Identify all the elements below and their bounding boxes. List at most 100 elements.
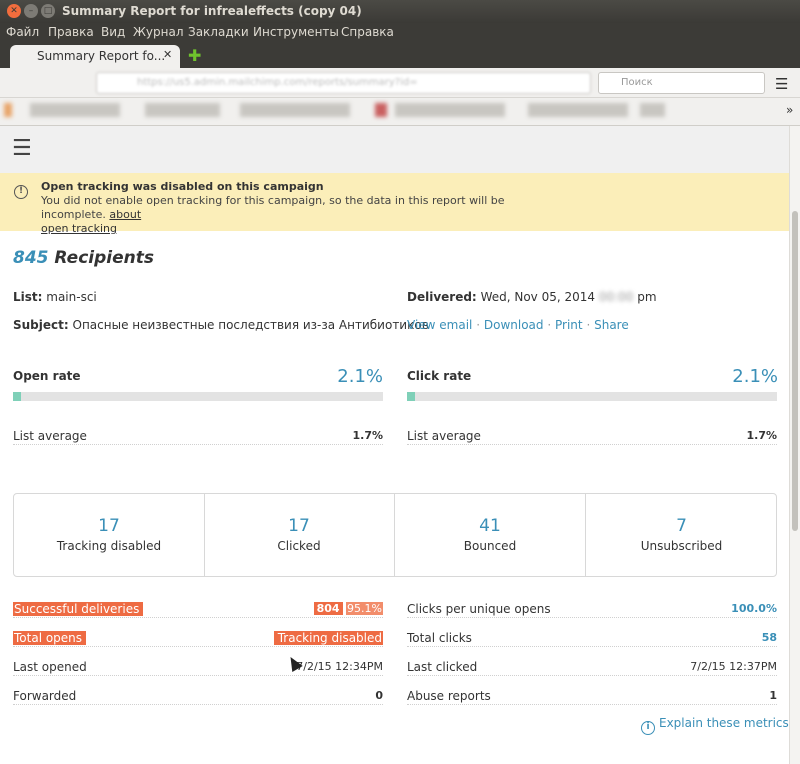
stat-number: 17 <box>288 516 310 536</box>
browser-menu-icon[interactable]: ☰ <box>775 75 788 93</box>
recipients-heading: 845 Recipients <box>13 248 154 268</box>
subject-label: Subject: <box>13 318 69 332</box>
list-average-label: List average <box>407 429 485 443</box>
list-average-value: 1.7% <box>348 429 383 442</box>
total-clicks-value[interactable]: 58 <box>757 631 777 644</box>
total-opens-value: Tracking disabled <box>273 631 383 645</box>
bookmark-item[interactable] <box>395 103 505 117</box>
share-link[interactable]: Share <box>594 318 629 332</box>
stat-tracking-disabled[interactable]: 17 Tracking disabled <box>14 494 205 576</box>
view-email-link[interactable]: View email <box>407 318 472 332</box>
click-rate-value: 2.1% <box>732 366 778 387</box>
delivered-info: Delivered: Wed, Nov 05, 2014 00:00 pm <box>407 290 657 304</box>
total-opens-row: Total opens Tracking disabled <box>13 631 383 647</box>
abuse-reports-value: 1 <box>765 689 777 702</box>
menu-history[interactable]: Журнал <box>133 25 184 39</box>
tab-bar: Summary Report fo... ✕ ✚ <box>0 42 800 68</box>
bookmark-item[interactable] <box>145 103 220 117</box>
list-info: List: main-sci <box>13 290 97 304</box>
clicks-per-unique-label: Clicks per unique opens <box>407 602 555 616</box>
menu-help[interactable]: Справка <box>341 25 394 39</box>
explain-metrics-link[interactable]: i Explain these metrics <box>641 716 789 735</box>
list-average-label: List average <box>13 429 91 443</box>
open-rate-value: 2.1% <box>337 366 383 387</box>
abuse-reports-row: Abuse reports 1 <box>407 689 777 705</box>
last-clicked-row: Last clicked 7/2/15 12:37PM <box>407 660 777 676</box>
last-clicked-label: Last clicked <box>407 660 482 674</box>
bookmarks-overflow-icon[interactable]: » <box>786 103 793 117</box>
subject-value: Опасные неизвестные последствия из-за Ан… <box>72 318 429 332</box>
open-rate-list-average: List average 1.7% <box>13 429 383 445</box>
bookmark-item[interactable] <box>528 103 628 117</box>
stat-label: Tracking disabled <box>56 539 162 553</box>
bookmark-item[interactable] <box>240 103 350 117</box>
list-average-value: 1.7% <box>742 429 777 442</box>
last-clicked-value: 7/2/15 12:37PM <box>686 660 777 673</box>
last-opened-label: Last opened <box>13 660 91 674</box>
separator: · <box>547 318 552 332</box>
download-link[interactable]: Download <box>484 318 544 332</box>
menu-view[interactable]: Вид <box>101 25 125 39</box>
bookmark-item[interactable] <box>375 103 387 117</box>
click-rate-bar-fill <box>407 392 415 401</box>
list-label: List: <box>13 290 43 304</box>
successful-deliveries-percent: 95.1% <box>346 602 383 615</box>
stat-unsubscribed[interactable]: 7 Unsubscribed <box>586 494 777 576</box>
bookmarks-bar: » <box>0 98 800 126</box>
alert-body: You did not enable open tracking for thi… <box>41 194 541 236</box>
forwarded-label: Forwarded <box>13 689 81 703</box>
menu-bookmarks[interactable]: Закладки <box>188 25 249 39</box>
window-title: Summary Report for infrealeffects (copy … <box>62 4 362 18</box>
open-tracking-alert: ! Open tracking was disabled on this cam… <box>0 173 789 235</box>
report-actions: View email · Download · Print · Share <box>407 318 629 332</box>
menu-tools[interactable]: Инструменты <box>253 25 339 39</box>
search-input[interactable]: Поиск <box>598 72 765 94</box>
alert-title: Open tracking was disabled on this campa… <box>41 180 324 193</box>
menu-file[interactable]: Файл <box>6 25 39 39</box>
url-bar[interactable]: https://us5.admin.mailchimp.com/reports/… <box>96 72 591 94</box>
delivered-label: Delivered: <box>407 290 477 304</box>
total-clicks-row: Total clicks 58 <box>407 631 777 647</box>
stat-label: Unsubscribed <box>640 539 723 553</box>
window-titlebar: ✕ – □ Summary Report for infrealeffects … <box>0 0 800 23</box>
window-minimize-button[interactable]: – <box>24 4 38 18</box>
menu-edit[interactable]: Правка <box>48 25 94 39</box>
window-maximize-button[interactable]: □ <box>41 4 55 18</box>
separator: · <box>476 318 481 332</box>
clicks-per-unique-value[interactable]: 100.0% <box>727 602 777 615</box>
app-header: ☰ <box>0 126 789 173</box>
delivered-time-redacted: 00:00 <box>598 290 634 304</box>
successful-deliveries-label: Successful deliveries <box>13 602 144 616</box>
window-close-button[interactable]: ✕ <box>7 4 21 18</box>
bookmark-item[interactable] <box>4 103 12 117</box>
page-scrollbar[interactable] <box>789 126 800 764</box>
successful-deliveries-row: Successful deliveries 804 95.1% <box>13 602 383 618</box>
tab-close-icon[interactable]: ✕ <box>163 48 172 61</box>
stat-number: 17 <box>98 516 120 536</box>
new-tab-plus-icon[interactable]: ✚ <box>188 46 201 65</box>
delivered-value: Wed, Nov 05, 2014 <box>480 290 596 304</box>
bookmark-item[interactable] <box>640 103 665 117</box>
scrollbar-thumb[interactable] <box>792 211 798 531</box>
menu-bar: Файл Правка Вид Журнал Закладки Инструме… <box>0 23 800 42</box>
separator: · <box>586 318 591 332</box>
click-rate-label: Click rate <box>407 369 472 383</box>
app-menu-icon[interactable]: ☰ <box>12 136 32 161</box>
stat-number: 41 <box>479 516 501 536</box>
navigation-bar: https://us5.admin.mailchimp.com/reports/… <box>0 68 800 98</box>
tab-summary-report[interactable]: Summary Report fo... ✕ <box>10 45 180 68</box>
subject-info: Subject: Опасные неизвестные последствия… <box>13 318 429 332</box>
info-icon: i <box>641 721 655 735</box>
stat-bounced[interactable]: 41 Bounced <box>395 494 586 576</box>
successful-deliveries-count: 804 <box>313 602 343 615</box>
stat-label: Bounced <box>463 539 517 553</box>
explain-metrics-label: Explain these metrics <box>659 716 789 730</box>
bookmark-item[interactable] <box>30 103 120 117</box>
recipients-count: 845 <box>13 248 49 268</box>
successful-deliveries-values: 804 95.1% <box>313 602 383 615</box>
tab-label: Summary Report fo... <box>37 49 166 63</box>
click-rate-list-average: List average 1.7% <box>407 429 777 445</box>
print-link[interactable]: Print <box>555 318 583 332</box>
forwarded-row: Forwarded 0 <box>13 689 383 705</box>
stat-clicked[interactable]: 17 Clicked <box>204 494 395 576</box>
